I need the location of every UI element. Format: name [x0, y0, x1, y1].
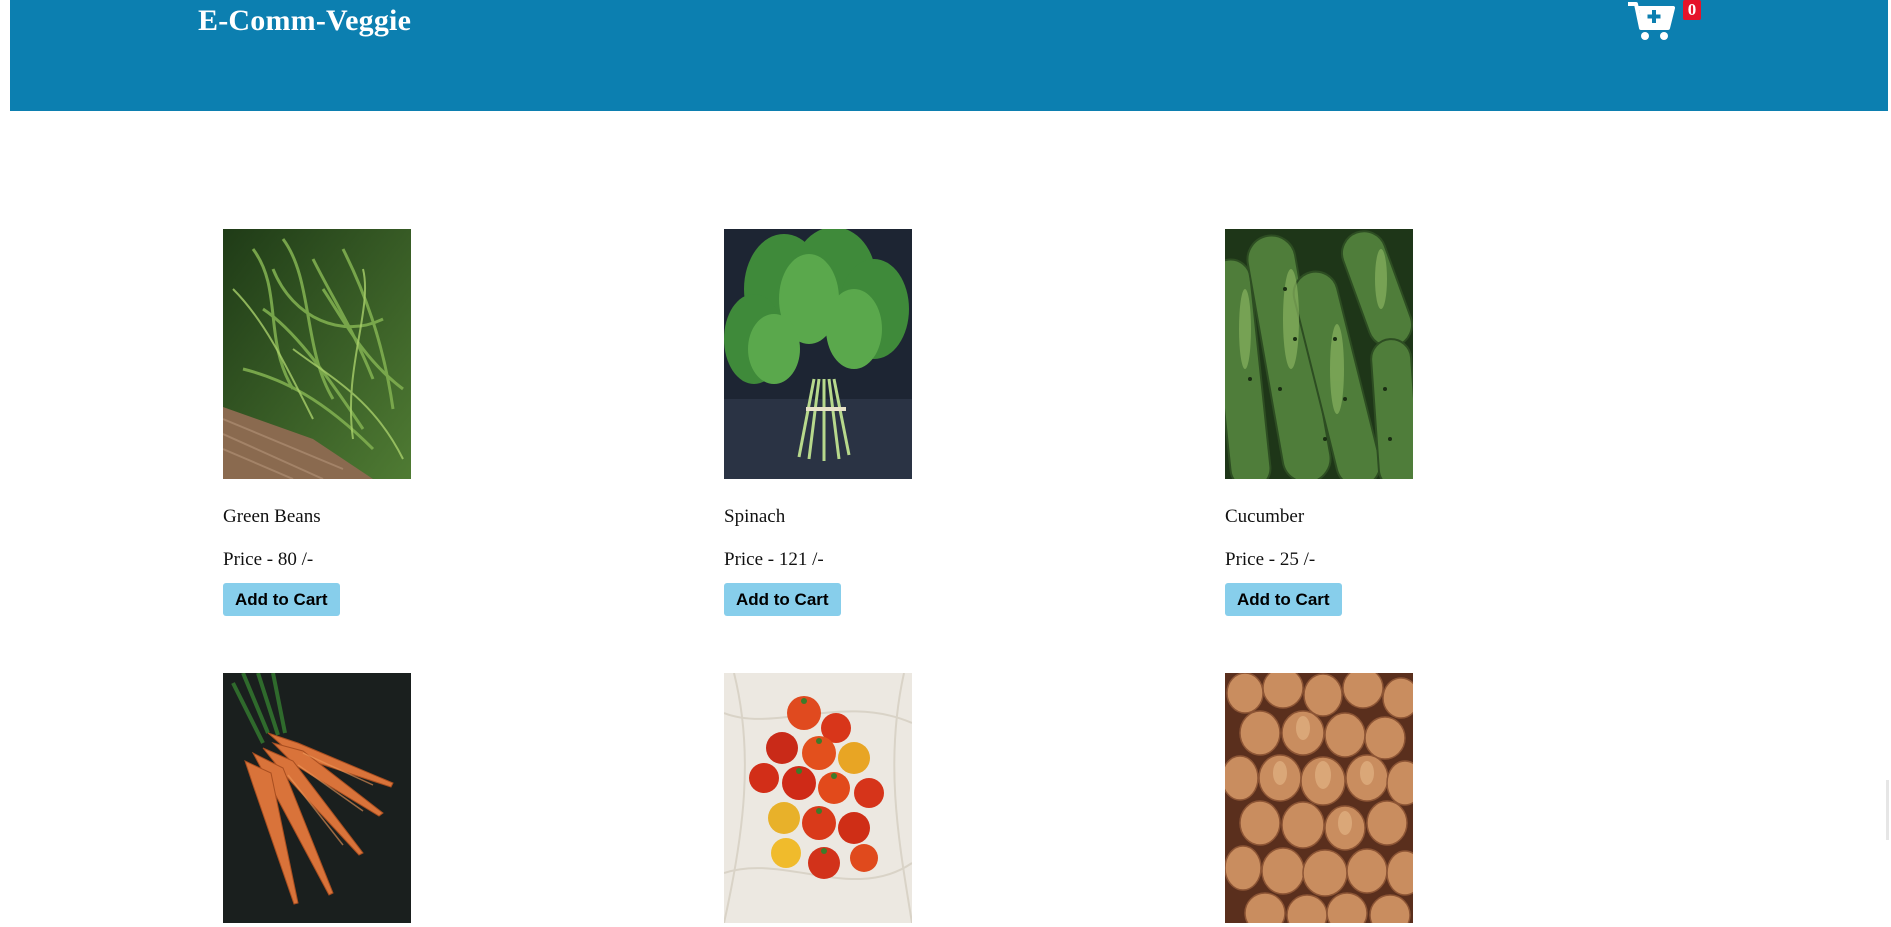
carrots-image: [223, 673, 411, 923]
product-card: Green Beans Price - 80 /- Add to Cart: [223, 229, 563, 616]
add-to-cart-button[interactable]: Add to Cart: [223, 583, 340, 616]
green-beans-image: [223, 229, 411, 479]
add-to-cart-button[interactable]: Add to Cart: [1225, 583, 1342, 616]
spinach-image: [724, 229, 912, 479]
product-name: Cucumber: [1225, 506, 1305, 527]
product-card: Spinach Price - 121 /- Add to Cart: [724, 229, 1064, 616]
product-price: Price - 25 /-: [1225, 549, 1316, 570]
product-card: [1225, 673, 1565, 923]
cucumber-image: [1225, 229, 1413, 479]
tomatoes-image: [724, 673, 912, 923]
add-to-cart-button[interactable]: Add to Cart: [724, 583, 841, 616]
scrollbar[interactable]: [1886, 780, 1889, 840]
product-name: Green Beans: [223, 506, 321, 527]
product-grid: Green Beans Price - 80 /- Add to Cart Sp…: [0, 0, 1891, 927]
product-price: Price - 121 /-: [724, 549, 824, 570]
product-card: Cucumber Price - 25 /- Add to Cart: [1225, 229, 1565, 616]
product-name: Spinach: [724, 506, 786, 527]
onions-image: [1225, 673, 1413, 923]
product-card: [223, 673, 563, 923]
product-price: Price - 80 /-: [223, 549, 314, 570]
product-card: [724, 673, 1064, 923]
